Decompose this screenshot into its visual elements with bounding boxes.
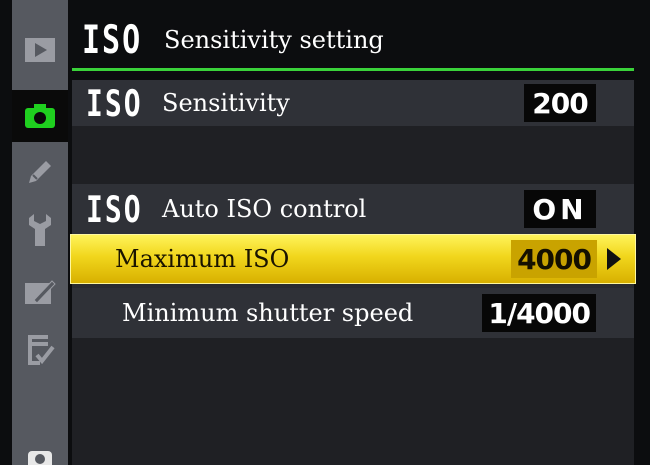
menu-sidebar xyxy=(12,0,68,465)
min-shutter-value: 1/4000 xyxy=(482,294,596,332)
max-iso-row[interactable]: Maximum ISO 4000 xyxy=(70,234,636,284)
my-menu-icon[interactable] xyxy=(18,330,62,370)
camera-icon[interactable] xyxy=(12,90,68,142)
sensitivity-row[interactable]: ISO Sensitivity 200 xyxy=(72,80,634,126)
min-shutter-label: Minimum shutter speed xyxy=(122,299,414,327)
retouch-icon[interactable] xyxy=(18,272,62,312)
pencil-icon[interactable] xyxy=(18,152,62,192)
header-divider xyxy=(72,68,634,71)
camera-menu-screen: ISO Sensitivity setting ISO Sensitivity … xyxy=(0,0,650,465)
page-title: Sensitivity setting xyxy=(164,26,384,54)
sensitivity-value: 200 xyxy=(524,84,596,122)
max-iso-label: Maximum ISO xyxy=(115,245,290,273)
iso-icon: ISO xyxy=(82,17,143,63)
spacer-row xyxy=(72,126,634,184)
min-shutter-row[interactable]: Minimum shutter speed 1/4000 xyxy=(72,288,634,338)
auto-iso-row[interactable]: ISO Auto ISO control ON xyxy=(72,184,634,234)
iso-icon: ISO xyxy=(86,81,143,125)
max-iso-value: 4000 xyxy=(511,240,597,278)
menu-header: ISO Sensitivity setting xyxy=(72,12,634,68)
settings-list: ISO Sensitivity 200 ISO Auto ISO control… xyxy=(70,80,636,465)
wrench-icon[interactable] xyxy=(18,210,62,250)
sensitivity-label: Sensitivity xyxy=(162,89,290,117)
iso-icon: ISO xyxy=(86,187,143,231)
playback-icon[interactable] xyxy=(18,30,62,70)
empty-area xyxy=(72,338,634,465)
auto-iso-label: Auto ISO control xyxy=(162,195,367,223)
help-icon[interactable] xyxy=(18,444,62,465)
auto-iso-value: ON xyxy=(524,190,596,228)
submenu-arrow-icon[interactable] xyxy=(607,248,621,270)
